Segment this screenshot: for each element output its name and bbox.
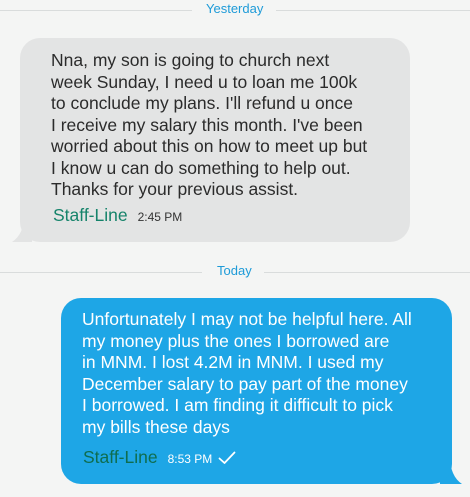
date-divider-label: Today (217, 263, 252, 278)
sender-name[interactable]: Staff-Line (53, 205, 128, 227)
message-timestamp: 8:53 PM (167, 452, 213, 466)
incoming-message-bubble[interactable]: Nna, my son is going to church next week… (20, 38, 410, 242)
divider-line (264, 272, 470, 273)
date-divider-today: Today (0, 262, 470, 282)
sent-check-icon (218, 451, 236, 464)
conversation-view: Yesterday Nna, my son is going to church… (0, 0, 470, 497)
message-text: Unfortunately I may not be helpful here.… (82, 309, 412, 437)
message-meta: Staff-Line 2:45 PM (53, 205, 182, 229)
date-divider-yesterday: Yesterday (0, 0, 470, 20)
message-timestamp: 2:45 PM (137, 210, 183, 224)
divider-line (276, 10, 470, 11)
divider-line (0, 272, 202, 273)
message-text: Nna, my son is going to church next week… (51, 50, 368, 199)
sender-name[interactable]: Staff-Line (83, 447, 158, 469)
message-meta: Staff-Line 8:53 PM (83, 447, 236, 471)
divider-line (0, 10, 192, 11)
outgoing-message-bubble[interactable]: Unfortunately I may not be helpful here.… (61, 298, 452, 484)
date-divider-label: Yesterday (206, 1, 264, 16)
